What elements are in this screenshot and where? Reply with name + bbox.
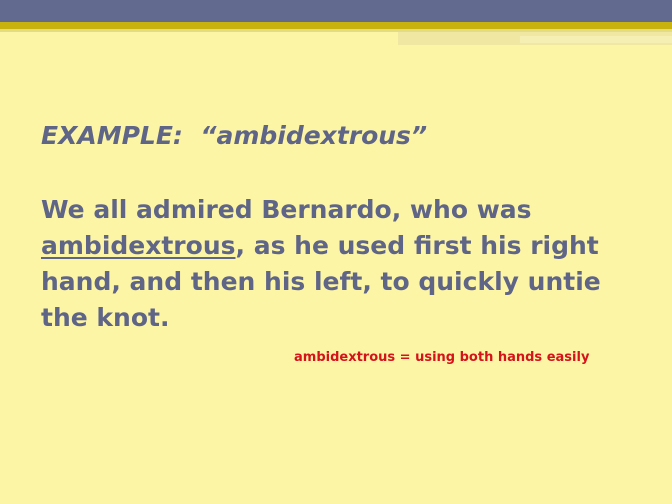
- example-label: EXAMPLE:: [41, 121, 183, 150]
- definition-note: ambidextrous = using both hands easily: [294, 350, 590, 365]
- example-heading: EXAMPLE: “ambidextrous”: [41, 118, 641, 154]
- slide-content: EXAMPLE: “ambidextrous” We all admired B…: [41, 118, 641, 336]
- top-decorative-band: [0, 0, 672, 22]
- sentence-part-before: We all admired Bernardo, who was: [41, 195, 532, 224]
- example-sentence: We all admired Bernardo, who was ambidex…: [41, 192, 631, 336]
- example-word: “ambidextrous”: [200, 121, 428, 150]
- accent-bar-narrow: [520, 36, 672, 43]
- gold-accent-rule: [0, 22, 672, 29]
- sentence-key-word: ambidextrous: [41, 231, 236, 260]
